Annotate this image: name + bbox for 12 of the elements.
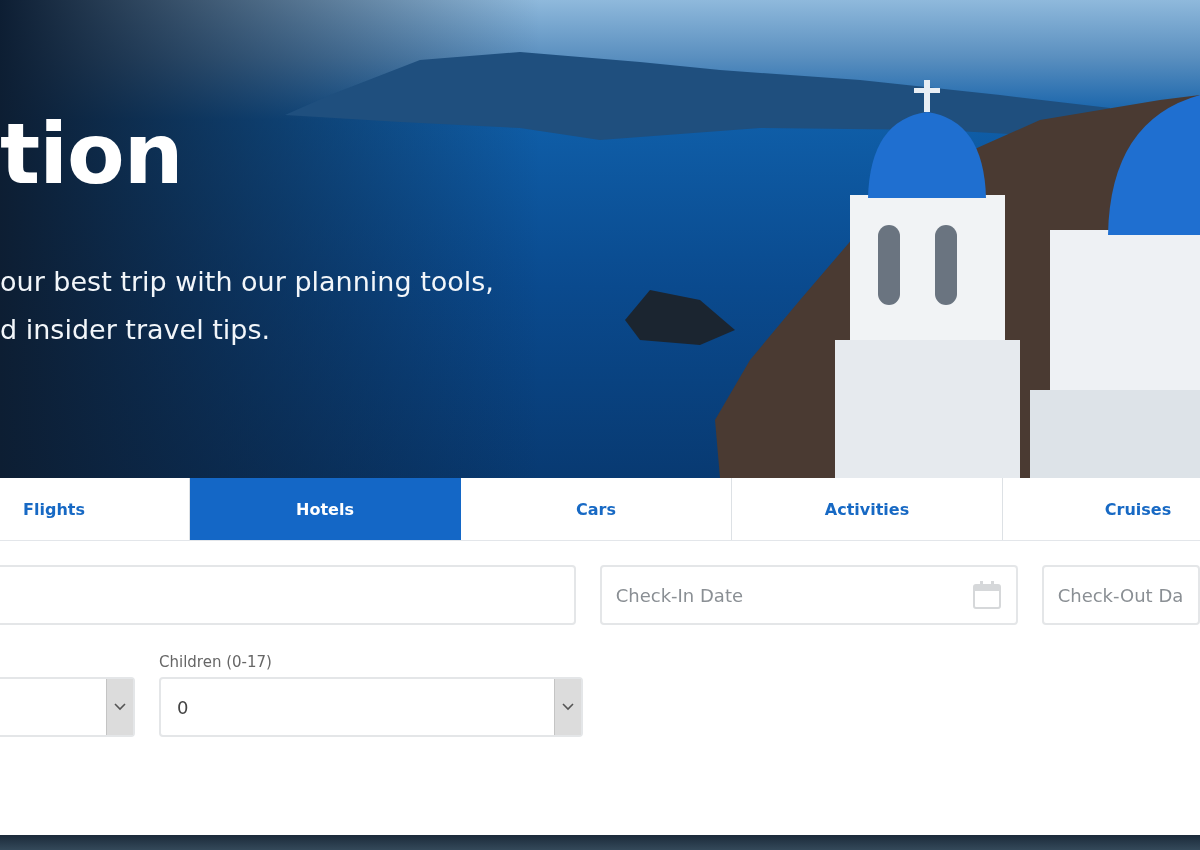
search-tab[interactable]: Hotels [190,478,461,540]
hero-tagline: our best trip with our planning tools, d insider travel tips. [0,265,494,347]
check-in-field[interactable]: Check-In Date [599,565,1018,625]
hero-heading: tion [0,105,183,203]
chevron-down-icon [562,703,574,711]
chevron-down-icon [114,703,126,711]
calendar-icon [971,580,1002,610]
children-select[interactable]: 0 [159,677,583,737]
destination-field[interactable] [0,565,576,625]
dropdown-select[interactable] [0,677,135,737]
check-out-field[interactable]: Check-Out Da [1041,565,1200,625]
children-label: Children (0-17) [159,653,273,671]
